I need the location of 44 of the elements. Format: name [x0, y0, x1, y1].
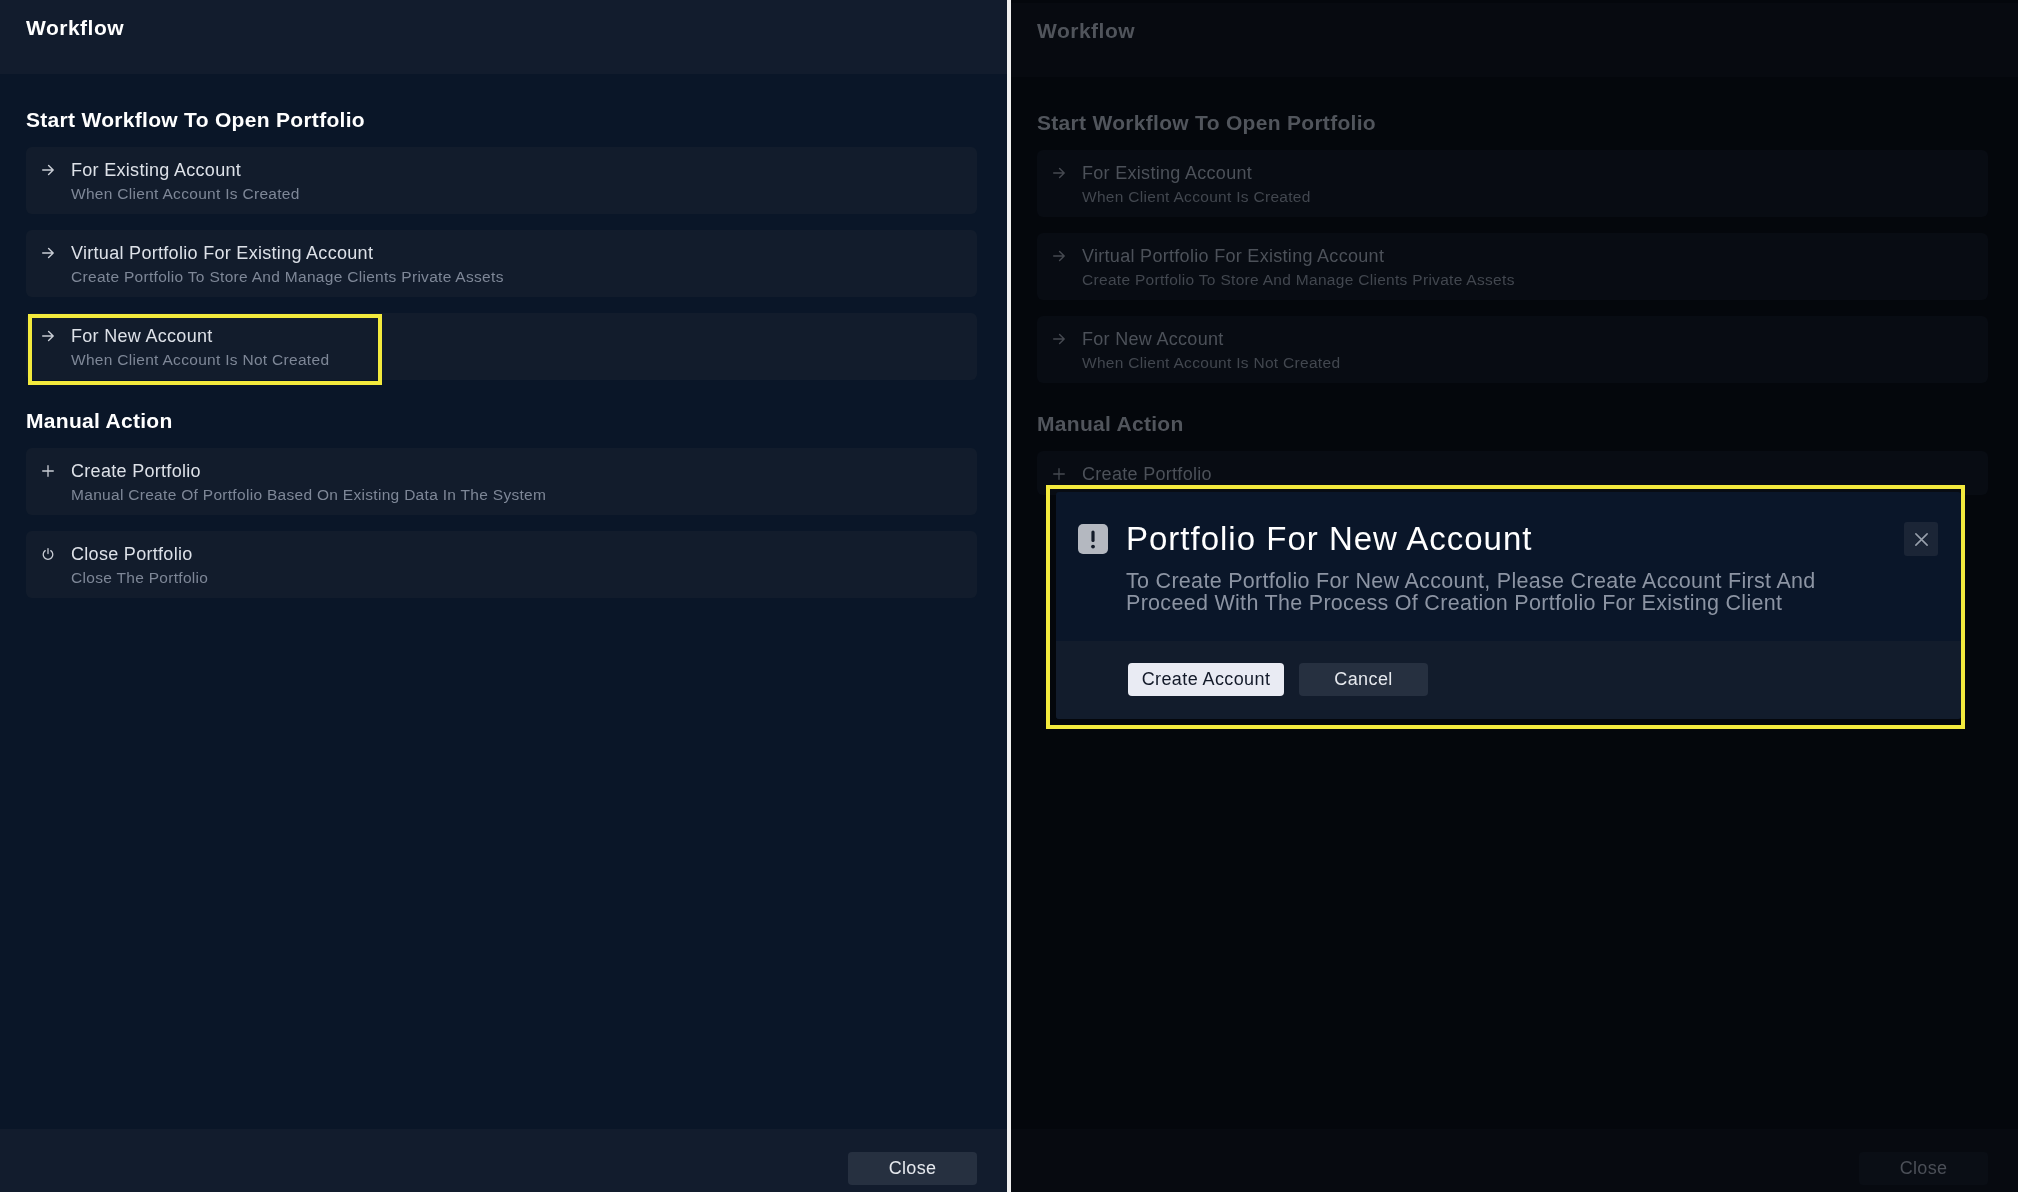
workflow-option[interactable]: Create Portfolio Manual Create Of Portfolio Based On Existing Data In The System: [26, 448, 977, 515]
power-icon: [42, 548, 54, 560]
option-title: Close Portfolio: [71, 544, 193, 564]
workflow-option[interactable]: Close Portfolio Close The Portfolio: [26, 531, 977, 598]
option-title: For Existing Account: [1082, 163, 1253, 183]
window-title: Workflow: [26, 17, 125, 39]
arrow-right-icon: [1053, 167, 1065, 179]
option-title: For Existing Account: [71, 160, 242, 180]
section-heading: Manual Action: [26, 409, 173, 433]
option-description: Manual Create Of Portfolio Based On Existing Data In The System: [71, 486, 547, 504]
option-description: When Client Account Is Not Created: [1082, 354, 1341, 372]
arrow-right-icon: [1053, 333, 1065, 345]
close-icon: [1914, 532, 1928, 546]
workflow-option[interactable]: For Existing Account When Client Account Is Created: [26, 147, 977, 214]
option-description: Create Portfolio To Store And Manage Clients Private Assets: [71, 268, 504, 286]
arrow-right-icon: [42, 247, 54, 259]
dialog-title: Portfolio For New Account: [1126, 522, 1533, 556]
arrow-right-icon: [42, 164, 54, 176]
arrow-right-icon: [42, 330, 54, 342]
section-heading: Manual Action: [1037, 412, 1184, 436]
section-heading: Start Workflow To Open Portfolio: [1037, 111, 1376, 135]
cancel-button[interactable]: Cancel: [1299, 663, 1428, 696]
option-description: Close The Portfolio: [71, 569, 209, 587]
dialog-message: To Create Portfolio For New Account, Please Create Account First And Proceed With The Process Of Creation Portfolio For Existing Client: [1126, 570, 1817, 614]
plus-icon: [1053, 468, 1065, 480]
option-description: When Client Account Is Not Created: [71, 351, 330, 369]
window-title: Workflow: [1037, 20, 1136, 42]
option-title: For New Account: [71, 326, 213, 346]
dialog-close-button[interactable]: [1904, 522, 1938, 556]
option-description: When Client Account Is Created: [71, 185, 300, 203]
option-title: Create Portfolio: [71, 461, 201, 481]
section-heading: Start Workflow To Open Portfolio: [26, 108, 365, 132]
option-description: Create Portfolio To Store And Manage Clients Private Assets: [1082, 271, 1515, 289]
arrow-right-icon: [1053, 250, 1065, 262]
option-title: Virtual Portfolio For Existing Account: [71, 243, 374, 263]
option-title: Create Portfolio: [1082, 464, 1212, 484]
warning-icon: [1078, 524, 1108, 554]
close-button[interactable]: Close: [848, 1152, 977, 1185]
workflow-option[interactable]: Virtual Portfolio For Existing Account Create Portfolio To Store And Manage Clients Private Assets: [26, 230, 977, 297]
confirm-button[interactable]: Create Account: [1128, 663, 1284, 696]
option-title: Virtual Portfolio For Existing Account: [1082, 246, 1385, 266]
option-title: For New Account: [1082, 329, 1224, 349]
plus-icon: [42, 465, 54, 477]
option-description: When Client Account Is Created: [1082, 188, 1311, 206]
